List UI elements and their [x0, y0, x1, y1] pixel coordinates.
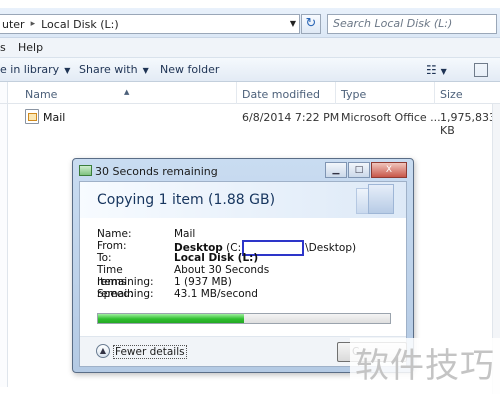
menu-help[interactable]: Help — [18, 41, 43, 54]
file-date: 6/8/2014 7:22 PM — [242, 111, 340, 124]
menu-bar: s Help — [0, 38, 500, 58]
copy-progress-bar — [97, 313, 391, 324]
chevron-down-icon: ▼ — [64, 66, 71, 75]
items-remaining-value: 1 (937 MB) — [174, 276, 232, 288]
include-in-library-button[interactable]: e in library ▼ — [0, 63, 70, 76]
chevron-down-icon: ▼ — [440, 67, 447, 76]
chevron-up-icon[interactable]: ▲ — [96, 344, 110, 358]
name-label: Name: — [97, 228, 132, 240]
file-size: 1,975,833 KB — [440, 111, 496, 137]
toolbar: e in library ▼ Share with ▼ New folder ☷ ▼ — [0, 58, 500, 82]
watermark: 软件技巧 — [350, 338, 500, 394]
address-field[interactable]: uter ▸ Local Disk (L:) ▼ — [0, 14, 300, 34]
speed-value: 43.1 MB/second — [174, 288, 258, 300]
navigation-pane-edge — [0, 82, 8, 387]
column-divider[interactable] — [434, 82, 435, 104]
search-input[interactable]: Search Local Disk (L:) — [327, 14, 497, 34]
new-folder-button[interactable]: New folder — [160, 63, 219, 76]
from-folder: \Desktop) — [305, 242, 357, 254]
copy-dialog-icon — [79, 165, 92, 176]
column-divider[interactable] — [236, 82, 237, 104]
maximize-button[interactable]: □ — [348, 162, 370, 178]
address-dropdown-icon[interactable]: ▼ — [290, 19, 296, 28]
preview-pane-icon[interactable] — [474, 63, 488, 77]
column-divider[interactable] — [335, 82, 336, 104]
breadcrumb-separator-icon[interactable]: ▸ — [31, 19, 36, 29]
refresh-icon[interactable]: ↻ — [301, 14, 321, 34]
dialog-title: 30 Seconds remaining — [95, 165, 218, 178]
time-remaining-value: About 30 Seconds — [174, 264, 270, 276]
column-name[interactable]: Name — [25, 88, 57, 101]
fewer-details-button[interactable]: Fewer details — [113, 345, 187, 359]
view-options-icon[interactable]: ☷ ▼ — [426, 63, 447, 77]
outlook-file-icon — [25, 109, 39, 124]
file-name: Mail — [43, 111, 66, 124]
copy-heading: Copying 1 item (1.88 GB) — [97, 192, 276, 208]
column-date-modified[interactable]: Date modified — [242, 88, 320, 101]
close-button[interactable]: X — [371, 162, 407, 178]
chevron-down-icon: ▼ — [142, 66, 149, 75]
banner-decoration — [368, 184, 394, 214]
window-controls: ▁ □ X — [324, 162, 407, 178]
menu-tools[interactable]: s — [0, 41, 6, 54]
to-label: To: — [97, 252, 112, 264]
column-headers: ▲ Name Date modified Type Size — [0, 82, 500, 104]
include-in-library-label: e in library — [0, 63, 60, 76]
column-size[interactable]: Size — [440, 88, 463, 101]
share-with-label: Share with — [79, 63, 138, 76]
address-bar: uter ▸ Local Disk (L:) ▼ ↻ Search Local … — [0, 8, 500, 38]
dialog-banner: Copying 1 item (1.88 GB) — [80, 182, 406, 218]
file-row[interactable]: Mail 6/8/2014 7:22 PM Microsoft Office .… — [0, 108, 500, 137]
share-with-button[interactable]: Share with ▼ — [79, 63, 149, 76]
progress-fill — [98, 314, 244, 323]
speed-label: Speed: — [97, 288, 134, 300]
file-type: Microsoft Office ... — [341, 111, 441, 124]
column-type[interactable]: Type — [341, 88, 366, 101]
to-destination-link[interactable]: Local Disk (L:) — [174, 252, 258, 264]
minimize-button[interactable]: ▁ — [325, 162, 347, 178]
from-label: From: — [97, 240, 127, 252]
sort-arrow-icon: ▲ — [124, 88, 130, 96]
breadcrumb-local-disk[interactable]: Local Disk (L:) — [41, 18, 119, 31]
name-value: Mail — [174, 228, 196, 240]
breadcrumb-computer[interactable]: uter — [2, 18, 25, 31]
